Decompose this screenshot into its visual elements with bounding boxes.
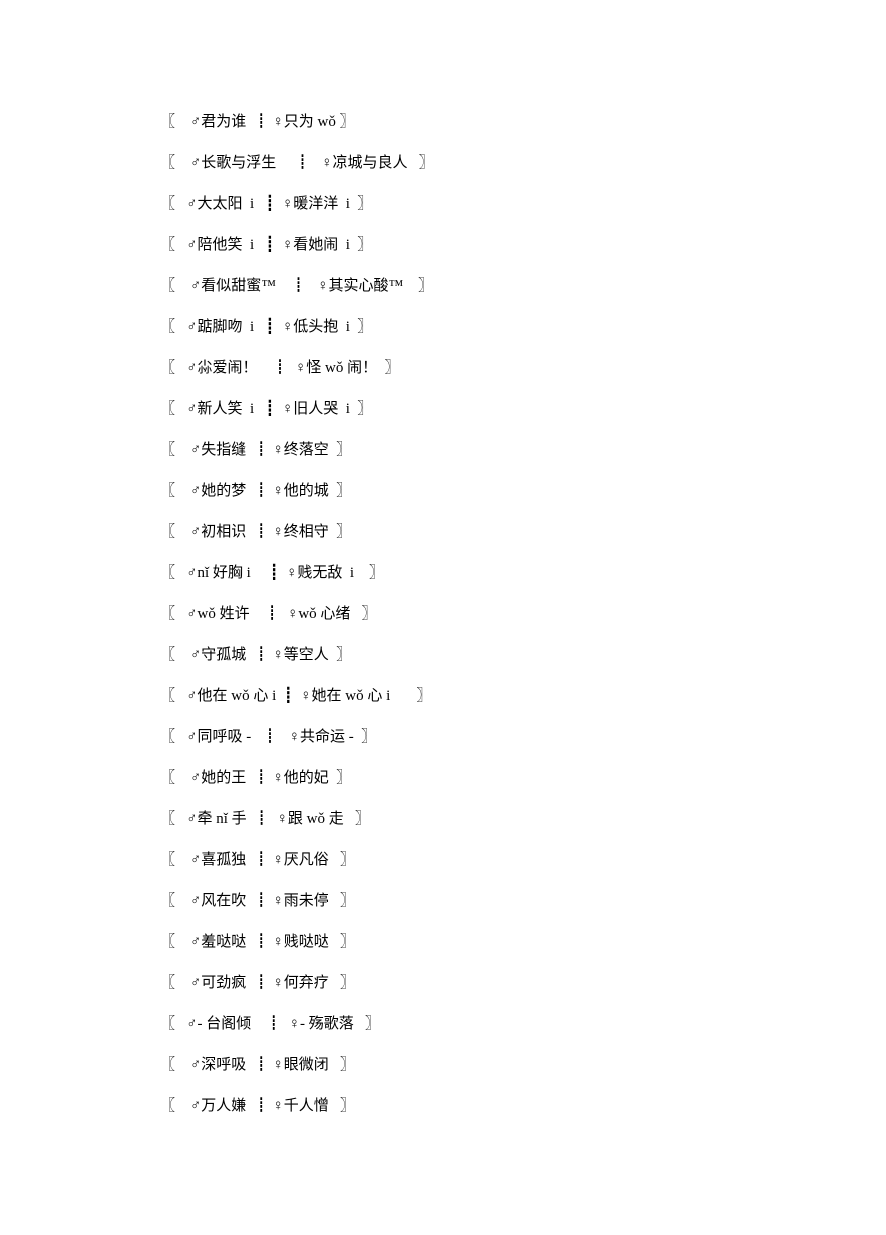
text-line: 〖 ♂喜孤独 ┋ ♀厌凡俗 〗 [160, 848, 886, 869]
text-line: 〖 ♂长歌与浮生 ┋ ♀凉城与良人 〗 [160, 151, 886, 172]
text-line: 〖 ♂深呼吸 ┋ ♀眼微闭 〗 [160, 1053, 886, 1074]
text-line: 〖 ♂失指缝 ┋ ♀终落空 〗 [160, 438, 886, 459]
text-line: 〖 ♂万人嫌 ┋ ♀千人憎 〗 [160, 1094, 886, 1115]
text-line: 〖 ♂- 台阁倾 ┋ ♀- 殇歌落 〗 [160, 1012, 886, 1033]
document-page: 〖 ♂君为谁 ┋ ♀只为 wǒ 〗〖 ♂长歌与浮生 ┋ ♀凉城与良人 〗〖 ♂大… [0, 0, 886, 1235]
text-line: 〖 ♂尛爱闹！ ┋ ♀怪 wǒ 闹！ 〗 [160, 356, 886, 377]
text-line: 〖 ♂君为谁 ┋ ♀只为 wǒ 〗 [160, 110, 886, 131]
text-line: 〖 ♂她的梦 ┋ ♀他的城 〗 [160, 479, 886, 500]
text-line: 〖 ♂陪他笑 i ┋ ♀看她闹 i 〗 [160, 233, 886, 254]
text-line: 〖 ♂牵 nǐ 手 ┋ ♀跟 wǒ 走 〗 [160, 807, 886, 828]
text-line: 〖 ♂踮脚吻 i ┋ ♀低头抱 i 〗 [160, 315, 886, 336]
text-line: 〖 ♂nǐ 好胸 i ┋ ♀贱无敌 i 〗 [160, 561, 886, 582]
text-line: 〖 ♂同呼吸 - ┋ ♀共命运 - 〗 [160, 725, 886, 746]
text-line: 〖 ♂她的王 ┋ ♀他的妃 〗 [160, 766, 886, 787]
text-line: 〖 ♂wǒ 姓许 ┋ ♀wǒ 心绪 〗 [160, 602, 886, 623]
text-line: 〖 ♂看似甜蜜™ ┋ ♀其实心酸™ 〗 [160, 274, 886, 295]
text-line: 〖 ♂风在吹 ┋ ♀雨未停 〗 [160, 889, 886, 910]
text-line: 〖 ♂守孤城 ┋ ♀等空人 〗 [160, 643, 886, 664]
text-line: 〖 ♂新人笑 i ┋ ♀旧人哭 i 〗 [160, 397, 886, 418]
text-line: 〖 ♂初相识 ┋ ♀终相守 〗 [160, 520, 886, 541]
text-line: 〖 ♂大太阳 i ┋ ♀暖洋洋 i 〗 [160, 192, 886, 213]
text-line: 〖 ♂他在 wǒ 心 i ┋ ♀她在 wǒ 心 i 〗 [160, 684, 886, 705]
lines-container: 〖 ♂君为谁 ┋ ♀只为 wǒ 〗〖 ♂长歌与浮生 ┋ ♀凉城与良人 〗〖 ♂大… [160, 110, 886, 1115]
text-line: 〖 ♂可劲疯 ┋ ♀何弃疗 〗 [160, 971, 886, 992]
text-line: 〖 ♂羞哒哒 ┋ ♀贱哒哒 〗 [160, 930, 886, 951]
